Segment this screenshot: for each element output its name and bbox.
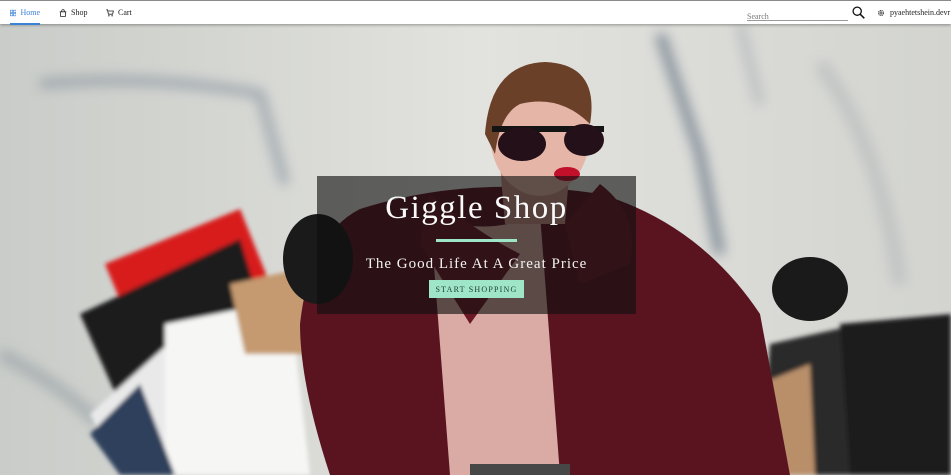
- nav-cart[interactable]: Cart: [106, 1, 132, 24]
- user-name: pyaehtetshein.devr: [890, 8, 951, 17]
- hero-overlay-card: Giggle Shop The Good Life At A Great Pri…: [317, 176, 636, 314]
- search-icon[interactable]: [852, 6, 865, 19]
- gear-icon: [878, 9, 884, 16]
- nav-shop[interactable]: Shop: [59, 1, 87, 24]
- cart-icon: [106, 8, 114, 16]
- hero-banner: Giggle Shop The Good Life At A Great Pri…: [0, 24, 951, 475]
- hero-title: Giggle Shop: [385, 190, 568, 226]
- nav-home[interactable]: Home: [10, 1, 40, 25]
- search-field: [747, 6, 848, 24]
- shopping-bag-icon: [59, 8, 67, 17]
- hero-subtitle: The Good Life At A Great Price: [365, 256, 588, 272]
- nav-cart-label: Cart: [118, 8, 132, 17]
- grid-icon: [10, 9, 17, 16]
- start-shopping-button[interactable]: START SHOPPING: [429, 280, 524, 298]
- nav-home-label: Home: [20, 8, 40, 17]
- top-navbar: Home Shop Cart pyaehtetshein.devr: [0, 0, 951, 25]
- user-menu[interactable]: pyaehtetshein.devr: [877, 1, 950, 24]
- nav-shop-label: Shop: [71, 8, 88, 17]
- hero-divider: [436, 239, 517, 242]
- search-input[interactable]: [747, 9, 848, 24]
